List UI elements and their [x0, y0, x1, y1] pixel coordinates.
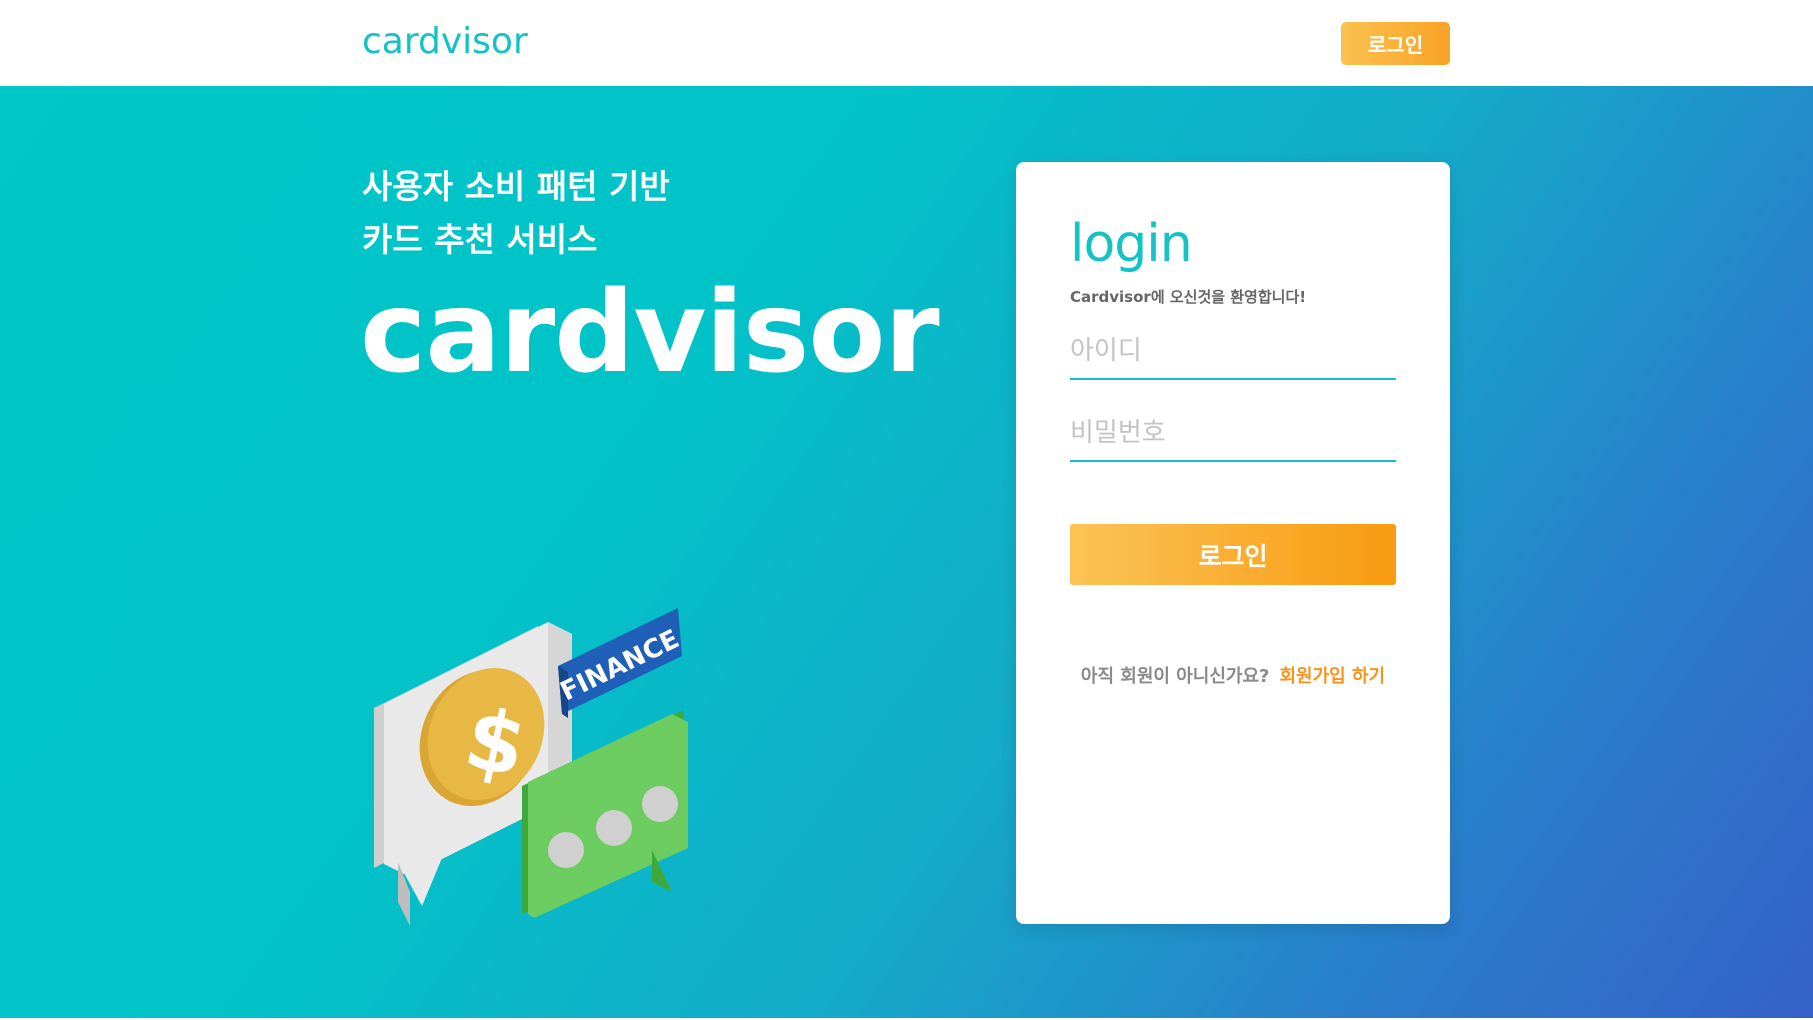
login-card: login Cardvisor에 오신것을 환영합니다! 로그인 아직 회원이 … — [1016, 162, 1450, 924]
tagline-line-1: 사용자 소비 패턴 기반 — [362, 167, 670, 206]
login-title: login — [1070, 214, 1193, 274]
hero-section — [0, 86, 1813, 1020]
hero-tagline: 사용자 소비 패턴 기반 카드 추천 서비스 — [362, 160, 670, 266]
finance-chat-illustration: $ FINANCE — [374, 608, 688, 926]
welcome-text: Cardvisor에 오신것을 환영합니다! — [1070, 288, 1307, 306]
tagline-line-2: 카드 추천 서비스 — [362, 220, 598, 259]
header-login-button[interactable]: 로그인 — [1341, 22, 1450, 65]
finance-tag-icon: FINANCE — [556, 608, 684, 718]
top-header: cardvisor 로그인 — [0, 0, 1813, 86]
header-logo[interactable]: cardvisor — [362, 18, 528, 66]
login-submit-button[interactable]: 로그인 — [1070, 524, 1396, 585]
username-input[interactable] — [1070, 330, 1396, 380]
signup-prompt: 아직 회원이 아니신가요? 회원가입 하기 — [1016, 662, 1450, 688]
signup-link[interactable]: 회원가입 하기 — [1279, 666, 1385, 687]
password-input[interactable] — [1070, 412, 1396, 462]
hero-logo: cardvisor — [360, 268, 940, 398]
signup-question: 아직 회원이 아니신가요? — [1080, 666, 1270, 687]
